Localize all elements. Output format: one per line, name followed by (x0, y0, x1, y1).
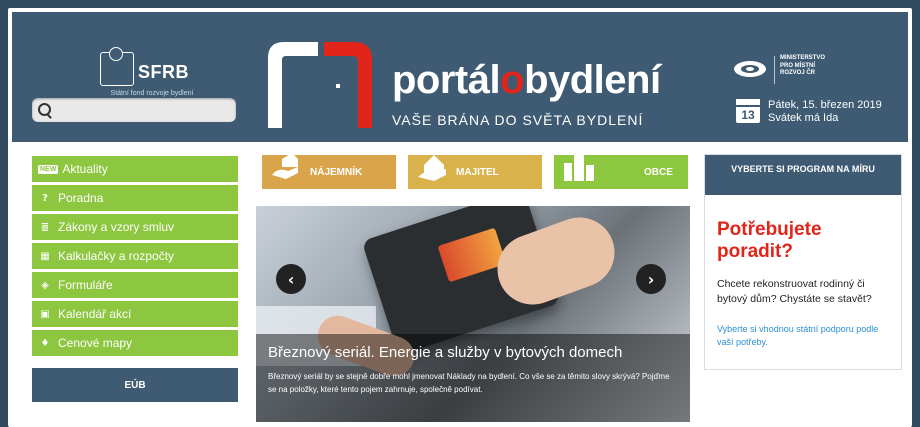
slider-next-button[interactable]: › (636, 264, 666, 294)
eub-button[interactable]: EÚB (32, 368, 238, 402)
ministry-line-1: MINISTERSTVO (780, 55, 826, 61)
advice-title: Potřebujete poradit? (717, 219, 822, 262)
chevron-left-icon: ‹ (287, 269, 295, 289)
tenant-icon (272, 153, 298, 179)
search-icon[interactable] (38, 103, 51, 116)
slide-caption: Březnový seriál. Energie a služby v byto… (256, 334, 690, 422)
sidebar-item-kalendar[interactable]: ▣ Kalendář akcí (32, 301, 238, 327)
search-box[interactable] (32, 98, 236, 122)
map-pin-icon: ♦ (40, 337, 50, 349)
municipality-icon (564, 155, 594, 181)
audience-tiles: NÁJEMNÍK MAJITEL OBCE (262, 153, 688, 189)
nameday: Svátek má Ida (768, 112, 839, 124)
sidebar-item-formulare[interactable]: ◈ Formuláře (32, 272, 238, 298)
brand-title: portálobydlení (392, 60, 661, 100)
tile-najemnik[interactable]: NÁJEMNÍK (262, 153, 396, 189)
tile-majitel[interactable]: MAJITEL (408, 155, 542, 189)
sidebar-item-label: Kalkulačky a rozpočty (58, 249, 175, 263)
brand-tagline: VAŠE BRÁNA DO SVĚTA BYDLENÍ (392, 112, 644, 128)
sidebar-nav: NEW Aktuality ? Poradna ≣ Zákony a vzory… (32, 156, 238, 359)
ministry-name: MINISTERSTVO PRO MÍSTNÍ ROZVOJ ČR (780, 55, 825, 78)
sidebar-item-label: Poradna (58, 191, 104, 205)
tile-label: MAJITEL (456, 167, 499, 178)
slider-prev-button[interactable]: ‹ (276, 264, 306, 294)
ministry-emblem-icon (734, 61, 766, 77)
hero-slider[interactable]: ‹ › Březnový seriál. Energie a služby v … (256, 206, 690, 422)
date-info: 13 Pátek, 15. březen 2019 Svátek má Ida (732, 98, 902, 130)
ministry-line-2: PRO MÍSTNÍ (780, 62, 816, 69)
sfrb-logo[interactable]: SFRB Státní fond rozvoje bydlení (92, 42, 212, 102)
new-badge-icon: NEW (38, 164, 59, 174)
ministry-logo[interactable]: MINISTERSTVO PRO MÍSTNÍ ROZVOJ ČR (732, 55, 872, 84)
current-date: Pátek, 15. březen 2019 (768, 99, 882, 111)
search-input[interactable] (56, 100, 230, 120)
puzzle-icon (100, 47, 134, 86)
sidebar-item-aktuality[interactable]: NEW Aktuality (32, 156, 238, 182)
calculator-icon: ▦ (40, 250, 50, 262)
sidebar-item-poradna[interactable]: ? Poradna (32, 185, 238, 211)
slide-title[interactable]: Březnový seriál. Energie a služby v byto… (268, 344, 622, 361)
ministry-divider (774, 56, 775, 84)
sidebar-item-label: Aktuality (62, 162, 108, 176)
brand-title-highlight: o (500, 58, 525, 102)
portal-logo[interactable]: portálobydlení VAŠE BRÁNA DO SVĚTA BYDLE… (262, 36, 682, 136)
sfrb-name: SFRB (138, 62, 189, 82)
tile-label: NÁJEMNÍK (310, 167, 363, 178)
calendar-day: 13 (741, 108, 755, 122)
brand-title-prefix: portál (392, 58, 501, 102)
sidebar-item-label: Kalendář akcí (58, 307, 132, 321)
sidebar-item-cenove-mapy[interactable]: ♦ Cenové mapy (32, 330, 238, 356)
brand-title-suffix: bydlení (524, 58, 661, 102)
ministry-line-3: ROZVOJ ČR (780, 70, 816, 76)
document-icon: ≣ (40, 221, 50, 233)
sidebar-item-label: Cenové mapy (58, 336, 133, 350)
sidebar-item-label: Formuláře (58, 278, 113, 292)
date-text: Pátek, 15. březen 2019 Svátek má Ida (768, 99, 882, 125)
slide-text: Březnový seriál by se stejně dobře mohl … (268, 372, 670, 394)
chevron-right-icon: › (647, 269, 655, 289)
sidebar-item-label: Zákony a vzory smluv (58, 220, 175, 234)
calendar-icon: 13 (736, 99, 760, 123)
owner-house-icon (418, 155, 446, 181)
advice-link[interactable]: Vyberte si vhodnou státní podporu podle … (717, 323, 893, 349)
calendar-icon: ▣ (40, 308, 50, 320)
program-panel: VYBERTE SI PROGRAM NA MÍRU Potřebujete p… (704, 154, 902, 370)
program-heading[interactable]: VYBERTE SI PROGRAM NA MÍRU (705, 155, 901, 195)
question-icon: ? (42, 192, 48, 204)
layers-icon: ◈ (41, 279, 49, 291)
tile-label: OBCE (644, 167, 673, 178)
tile-obce[interactable]: OBCE (554, 155, 688, 189)
advice-text: Chcete rekonstruovat rodinný či bytový d… (717, 278, 872, 305)
door-logo-icon (268, 42, 372, 128)
sidebar-item-kalkulacky[interactable]: ▦ Kalkulačky a rozpočty (32, 243, 238, 269)
sfrb-subtitle: Státní fond rozvoje bydlení (110, 90, 194, 97)
sidebar-item-zakony[interactable]: ≣ Zákony a vzory smluv (32, 214, 238, 240)
